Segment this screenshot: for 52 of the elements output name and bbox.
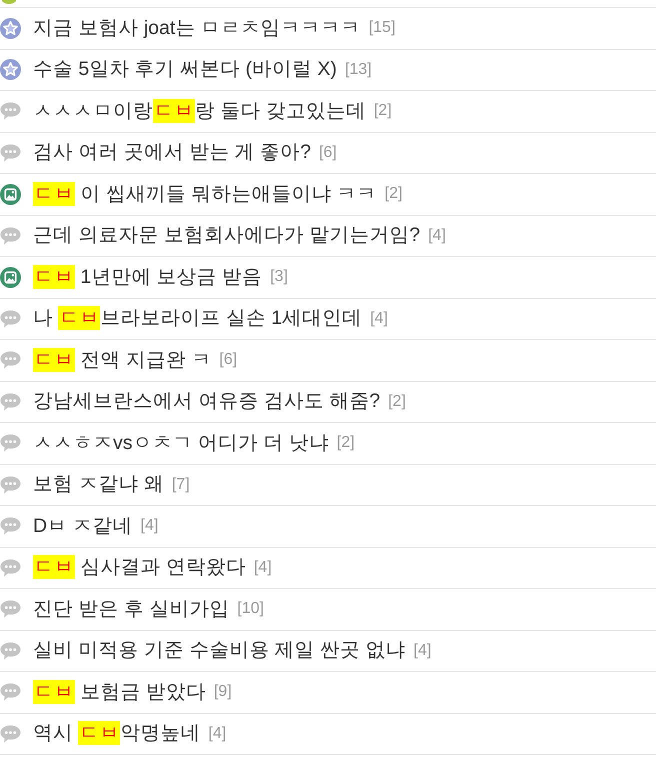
comment-count: [4]: [428, 226, 446, 245]
comment-count: [2]: [388, 392, 406, 411]
post-title[interactable]: 역시 ㄷㅂ 악명높네: [33, 721, 200, 746]
speech-bubble-icon: [0, 310, 21, 328]
speech-bubble-icon: [0, 683, 21, 702]
post-title[interactable]: 보험 ㅈ같냐 왜: [33, 472, 164, 498]
comment-count: [7]: [172, 476, 190, 494]
comment-count: [4]: [140, 517, 158, 536]
post-title[interactable]: ㅅㅅㅎㅈvsㅇㅊㄱ 어디가 더 낫냐: [33, 430, 329, 456]
post-title[interactable]: Dㅂ ㅈ같네: [33, 514, 132, 539]
post-title[interactable]: 진단 받은 후 실비가입: [33, 596, 230, 622]
comment-count: [4]: [208, 724, 226, 743]
post-title[interactable]: ㄷㅂ 전액 지급완 ㅋ: [33, 348, 212, 373]
comment-count: [4]: [254, 558, 272, 577]
speech-bubble-icon: [0, 144, 21, 162]
comment-count: [3]: [270, 268, 288, 286]
picture-icon: [0, 266, 21, 288]
comment-count: [2]: [336, 434, 355, 452]
comment-count: [4]: [414, 642, 432, 660]
speech-bubble-icon: [0, 434, 21, 452]
speech-bubble-icon: [0, 226, 21, 245]
speech-bubble-icon: [0, 600, 21, 618]
speech-bubble-icon: [0, 558, 21, 577]
speech-bubble-icon: [0, 724, 21, 743]
speech-bubble-icon: [0, 517, 21, 536]
post-title[interactable]: 근데 의료자문 보험회사에다가 맡기는거임?: [33, 223, 420, 248]
speech-bubble-icon: [0, 476, 21, 494]
post-title[interactable]: 강남세브란스에서 여유증 검사도 해줌?: [33, 389, 380, 414]
speech-bubble-icon: [0, 642, 21, 660]
post-title[interactable]: ㄷㅂ 이 씹새끼들 뭐하는애들이냐 ㅋㅋ: [33, 182, 377, 207]
comment-count: [2]: [384, 185, 402, 204]
speech-bubble-icon: [0, 102, 21, 120]
comment-count: [6]: [318, 144, 337, 162]
post-title[interactable]: ㅅㅅㅅㅁ이랑 ㄷㅂ 랑 둘다 갖고있는데: [33, 98, 366, 124]
post-title[interactable]: 검사 여러 곳에서 받는 게 좋아?: [33, 140, 311, 166]
post-title[interactable]: ㄷㅂ 1년만에 보상금 받음: [33, 264, 262, 290]
comment-count: [2]: [374, 102, 392, 120]
comment-count: [4]: [370, 310, 388, 328]
comment-count: [10]: [237, 600, 264, 618]
picture-icon: [0, 184, 21, 205]
post-title[interactable]: ㄷㅂ 심사결과 연락왔다: [33, 555, 246, 580]
speech-bubble-icon: [0, 392, 21, 411]
post-title[interactable]: 나 ㄷㅂ 브라보라이프 실손 1세대인데: [33, 306, 362, 332]
post-title[interactable]: 지금 보험사 joat는 ㅁㄹㅊ임ㅋㅋㅋㅋ: [33, 16, 361, 41]
post-title[interactable]: 수술 5일차 후기 써본다 (바이럴 X): [33, 57, 337, 82]
speech-bubble-icon: [0, 351, 21, 370]
comment-count: [9]: [214, 683, 232, 702]
post-title[interactable]: ㄷㅂ 보험금 받았다: [33, 680, 206, 705]
comment-count: [13]: [344, 60, 372, 79]
comment-count: [15]: [368, 19, 396, 38]
comment-count: [6]: [219, 351, 238, 370]
post-title[interactable]: 실비 미적용 기준 수술비용 제일 싼곳 없냐: [33, 638, 406, 664]
